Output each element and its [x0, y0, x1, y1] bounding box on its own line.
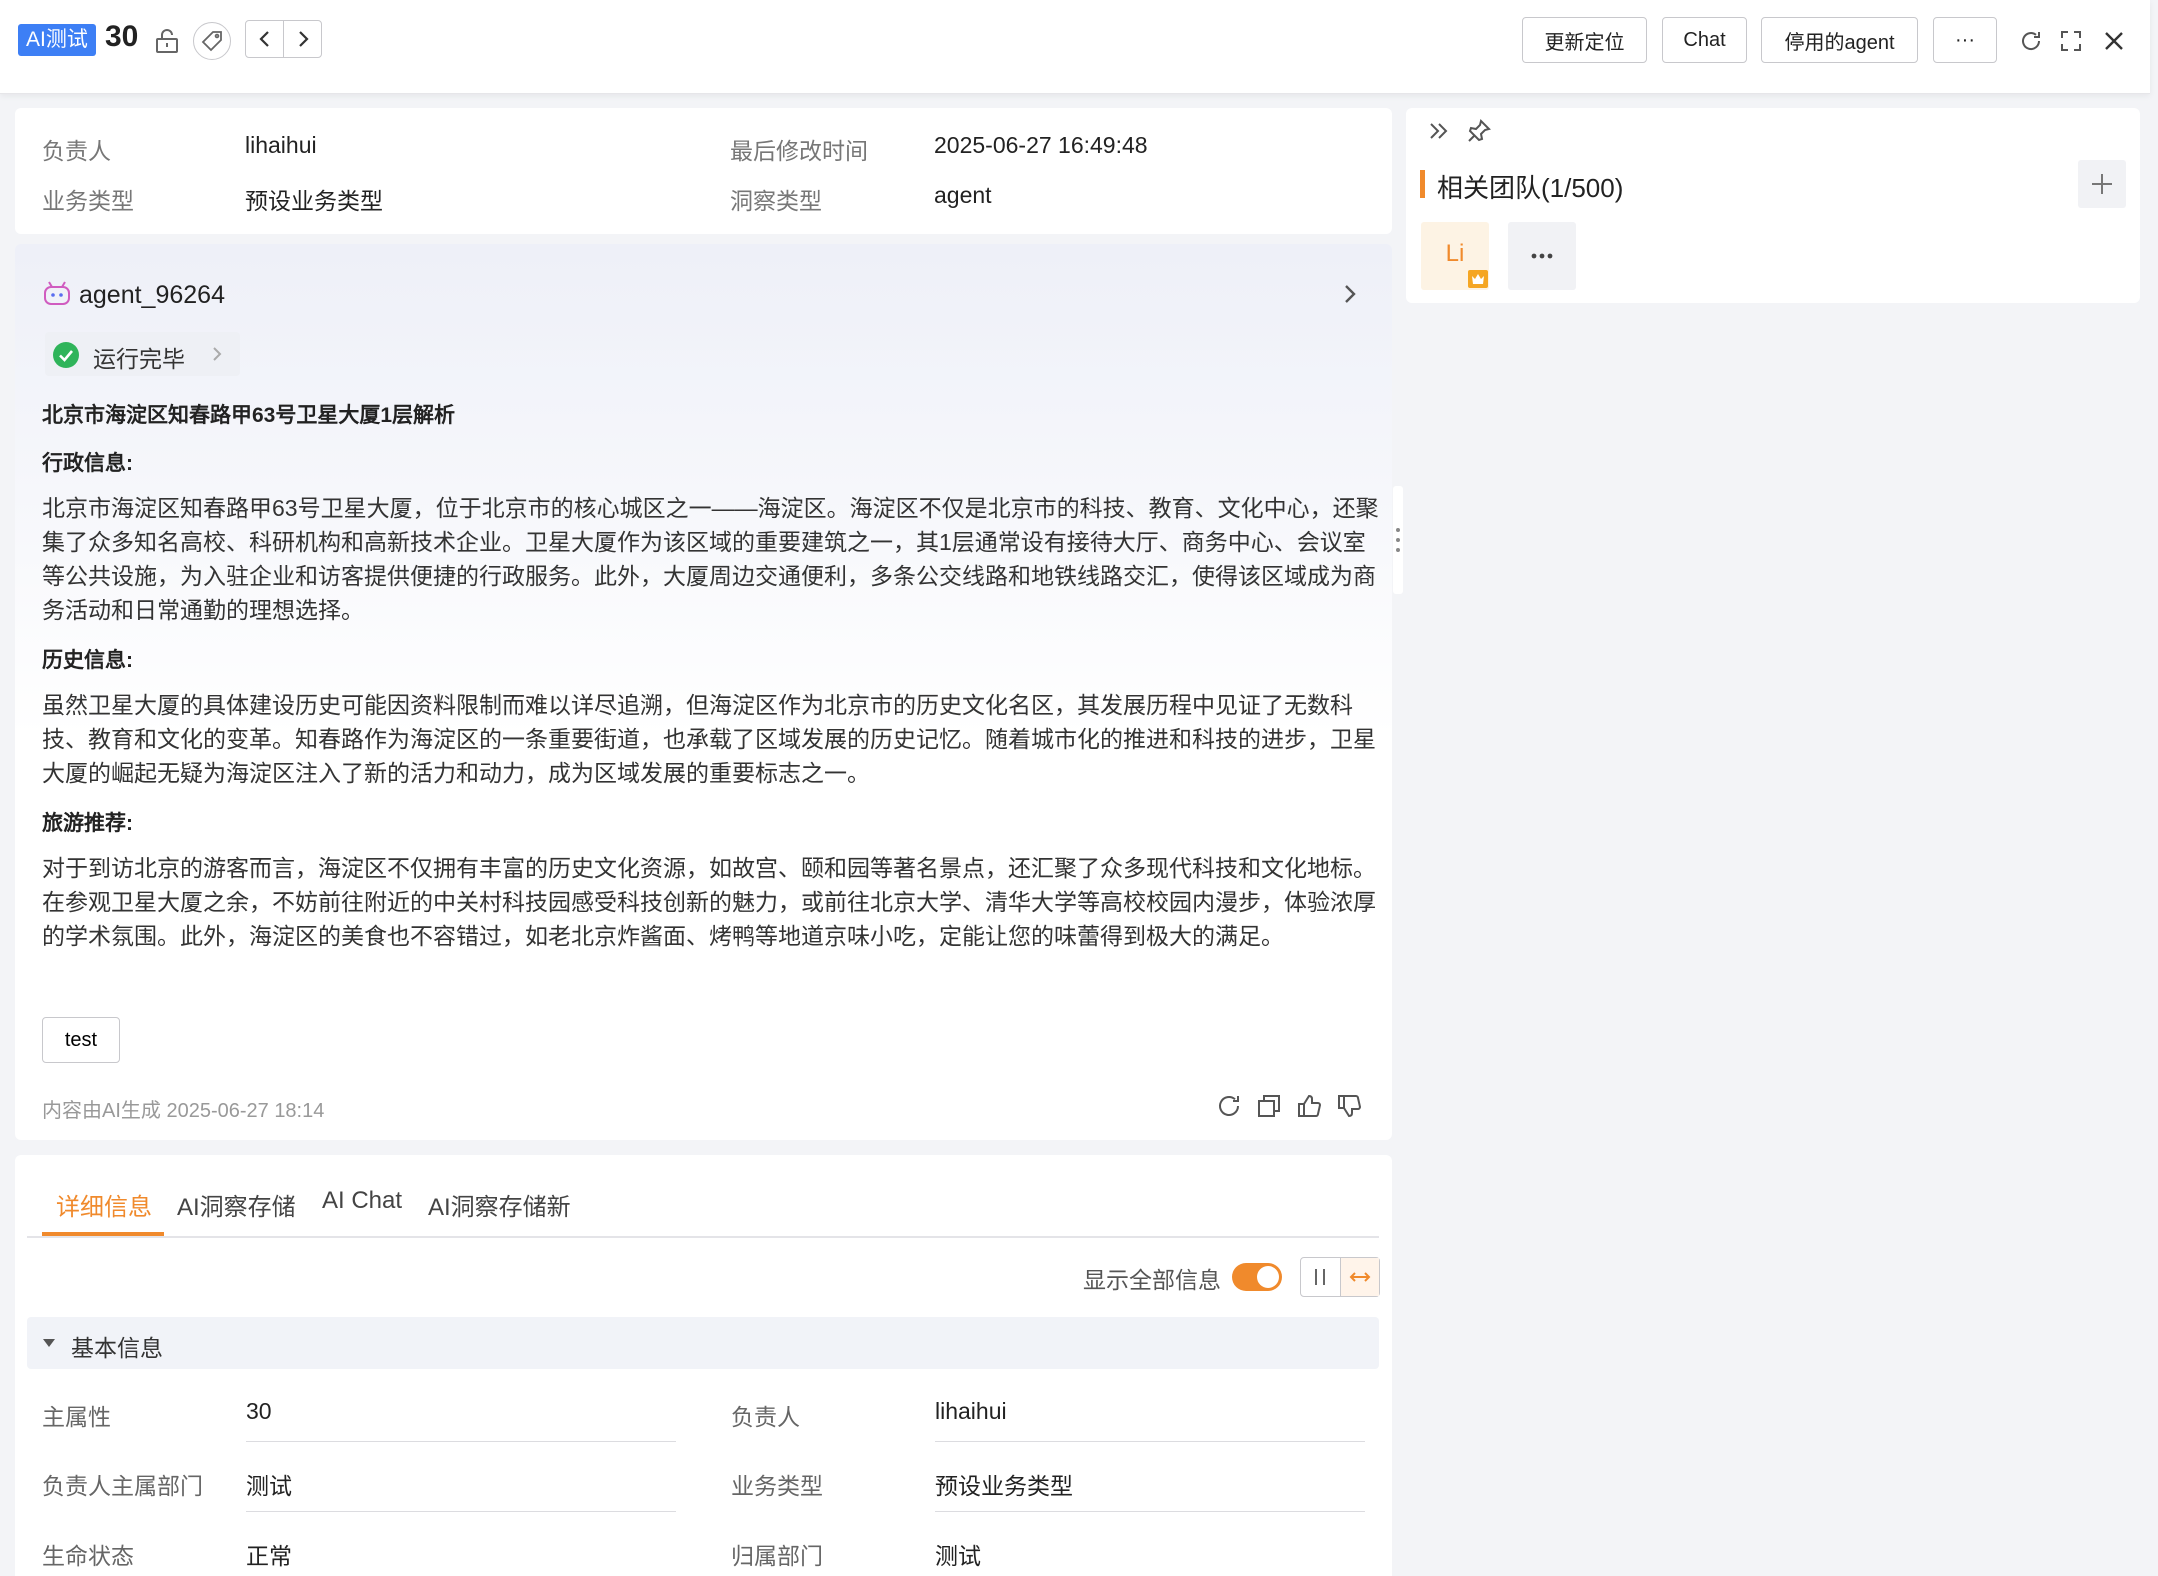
ellipsis-icon: [1531, 253, 1553, 259]
expand-agent-button[interactable]: [1340, 280, 1360, 313]
add-team-member-button[interactable]: [2078, 160, 2126, 208]
team-panel: 相关团队(1/500) Li: [1406, 108, 2140, 303]
prev-record-button[interactable]: [246, 21, 283, 57]
chevron-right-icon: [298, 31, 309, 47]
column-layout-button[interactable]: [1301, 1258, 1340, 1296]
tab-details[interactable]: 详细信息: [56, 1187, 152, 1222]
copy-icon[interactable]: [1253, 1090, 1285, 1122]
ai-generated-note: 内容由AI生成 2025-06-27 18:14: [42, 1100, 325, 1122]
field-value: lihaihui: [935, 1398, 1007, 1424]
section-body-history: 虽然卫星大厦的具体建设历史可能因资料限制而难以详尽追溯，但海淀区作为北京市的历史…: [42, 692, 1376, 786]
update-location-button[interactable]: 更新定位: [1522, 17, 1647, 63]
tab-ai-insight-storage-new[interactable]: AI洞察存储新: [428, 1187, 571, 1222]
run-status-text: 运行完毕: [93, 346, 185, 372]
summary-panel: 负责人 lihaihui 最后修改时间 2025-06-27 16:49:48 …: [15, 108, 1392, 234]
layout-switch: [1300, 1257, 1380, 1297]
show-all-label: 显示全部信息: [1083, 1267, 1221, 1293]
field-label: 生命状态: [42, 1543, 134, 1569]
toggle-knob: [1257, 1266, 1279, 1288]
full-width-layout-button[interactable]: [1339, 1258, 1379, 1296]
tab-ai-chat[interactable]: AI Chat: [322, 1187, 402, 1215]
collapse-panel-icon[interactable]: [1426, 118, 1452, 149]
field-underline: [246, 1441, 676, 1442]
pin-icon[interactable]: [1466, 118, 1492, 149]
tab-ai-insight-storage[interactable]: AI洞察存储: [177, 1187, 296, 1222]
drag-dots-icon: [1396, 528, 1400, 552]
caret-down-icon: [41, 1336, 57, 1354]
robot-icon: [42, 280, 72, 313]
insight-type-value: agent: [934, 182, 992, 208]
basic-info-title: 基本信息: [71, 1335, 163, 1361]
field-label: 负责人主属部门: [42, 1473, 203, 1499]
team-title: 相关团队(1/500): [1437, 173, 1624, 203]
ai-test-badge: AI测试: [18, 24, 96, 56]
run-status-pill[interactable]: 运行完毕: [45, 332, 240, 376]
section-heading-admin: 行政信息:: [42, 452, 133, 475]
agent-name: agent_96264: [79, 281, 225, 309]
next-record-button[interactable]: [283, 21, 321, 57]
basic-info-section-header[interactable]: 基本信息: [27, 1317, 1379, 1369]
regenerate-icon[interactable]: [1213, 1090, 1245, 1122]
biz-type-label: 业务类型: [42, 188, 134, 214]
plus-icon: [2092, 174, 2112, 194]
arrows-horizontal-icon: [1349, 1272, 1371, 1282]
modified-value: 2025-06-27 16:49:48: [934, 132, 1148, 158]
owner-value: lihaihui: [245, 132, 317, 158]
section-heading-travel: 旅游推荐:: [42, 812, 133, 835]
member-avatar[interactable]: Li: [1421, 222, 1489, 290]
columns-icon: [1315, 1269, 1326, 1285]
fullscreen-icon[interactable]: [2052, 22, 2090, 60]
field-label: 归属部门: [731, 1543, 823, 1569]
tab-divider: [27, 1236, 1379, 1238]
more-members-button[interactable]: [1508, 222, 1576, 290]
section-body-admin: 北京市海淀区知春路甲63号卫星大厦，位于北京市的核心城区之一——海淀区。海淀区不…: [42, 495, 1379, 623]
crown-icon: [1468, 270, 1488, 288]
close-icon[interactable]: [2095, 22, 2133, 60]
refresh-icon[interactable]: [2012, 22, 2050, 60]
disabled-agent-button[interactable]: 停用的agent: [1761, 17, 1918, 63]
field-underline: [935, 1511, 1365, 1512]
ai-insight-card: agent_96264 运行完毕 北京市海淀区知春路甲63号卫星大厦1层解析 行…: [15, 244, 1392, 1140]
show-all-toggle[interactable]: [1232, 1263, 1282, 1291]
member-avatar-initials: Li: [1445, 240, 1465, 267]
field-label: 主属性: [42, 1404, 111, 1430]
field-label: 业务类型: [731, 1473, 823, 1499]
top-bar: AI测试 30 更新定位 Chat 停用的agent ···: [0, 0, 2150, 94]
thumbs-down-icon[interactable]: [1333, 1090, 1365, 1122]
more-button[interactable]: ···: [1933, 17, 1997, 63]
field-underline: [935, 1441, 1365, 1442]
biz-type-value: 预设业务类型: [245, 188, 383, 214]
field-value: 正常: [246, 1543, 292, 1569]
resize-handle[interactable]: [1393, 486, 1403, 594]
lock-icon[interactable]: [148, 22, 186, 60]
record-id: 30: [105, 20, 139, 53]
chevron-left-icon: [258, 31, 269, 47]
field-underline: [246, 1511, 676, 1512]
chat-button[interactable]: Chat: [1662, 17, 1747, 63]
chevron-right-icon: [210, 344, 224, 369]
owner-label: 负责人: [42, 138, 111, 164]
test-tag-button[interactable]: test: [42, 1017, 120, 1063]
record-navigation: [245, 20, 322, 58]
field-value: 30: [246, 1398, 272, 1424]
thumbs-up-icon[interactable]: [1293, 1090, 1325, 1122]
section-heading-history: 历史信息:: [42, 649, 133, 672]
tag-icon[interactable]: [193, 22, 231, 60]
section-body-travel: 对于到访北京的游客而言，海淀区不仅拥有丰富的历史文化资源，如故宫、颐和园等著名景…: [42, 855, 1376, 949]
chevron-right-icon: [1345, 285, 1356, 303]
check-circle-icon: [53, 342, 79, 373]
insight-type-label: 洞察类型: [730, 188, 822, 214]
field-value: 测试: [246, 1473, 292, 1499]
field-label: 负责人: [731, 1404, 800, 1430]
field-value: 预设业务类型: [935, 1473, 1073, 1499]
section-accent-bar: [1420, 170, 1425, 198]
field-value: 测试: [935, 1543, 981, 1569]
ai-result-title: 北京市海淀区知春路甲63号卫星大厦1层解析: [42, 404, 456, 427]
modified-label: 最后修改时间: [730, 138, 868, 164]
